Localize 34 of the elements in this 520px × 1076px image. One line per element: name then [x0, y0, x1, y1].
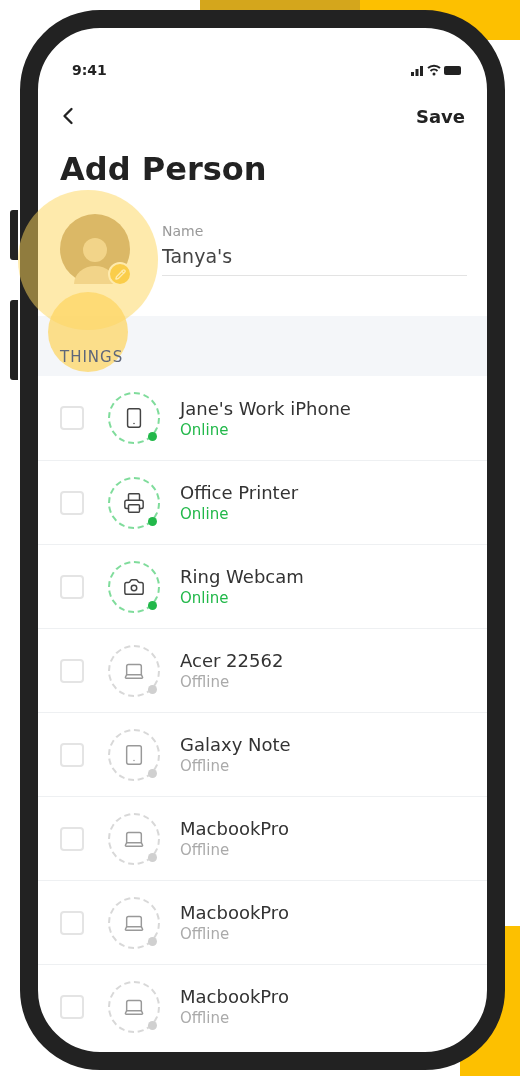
checkbox[interactable]	[60, 574, 84, 599]
checkbox[interactable]	[60, 658, 84, 683]
name-field[interactable]: Tanya's	[162, 244, 467, 276]
device-name: MacbookPro	[180, 902, 289, 923]
device-name: Office Printer	[180, 482, 299, 503]
pencil-icon	[114, 268, 126, 280]
device-name: Acer 22562	[180, 650, 284, 671]
checkbox[interactable]	[60, 910, 84, 935]
edit-badge[interactable]	[108, 262, 132, 286]
device-status: Online	[180, 505, 230, 523]
device-name: Ring Webcam	[180, 566, 304, 587]
checkbox[interactable]	[60, 406, 84, 430]
save-button[interactable]: Save	[415, 105, 465, 127]
device-name: Jane's Work iPhone	[180, 397, 351, 419]
device-status: Offline	[180, 673, 231, 691]
device-name: MacbookPro	[180, 818, 289, 839]
device-status: Offline	[180, 1009, 231, 1027]
device-name: Galaxy Note	[180, 734, 291, 755]
status-time: 9:41	[72, 62, 107, 78]
device-status: Offline	[180, 757, 231, 775]
printer-icon	[123, 491, 145, 514]
checkbox[interactable]	[60, 826, 84, 851]
status-icons	[411, 63, 463, 77]
page-title: Add Person	[60, 150, 268, 188]
device-status: Online	[180, 589, 230, 607]
device-status: Offline	[180, 925, 231, 943]
device-status: Online	[180, 420, 230, 439]
field-label: Name	[162, 222, 205, 239]
checkbox[interactable]	[60, 994, 84, 1019]
checkbox[interactable]	[60, 490, 84, 515]
device-name: MacbookPro	[180, 986, 289, 1007]
checkbox[interactable]	[60, 742, 84, 767]
tablet-icon	[123, 743, 145, 766]
device-status: Offline	[180, 841, 231, 859]
